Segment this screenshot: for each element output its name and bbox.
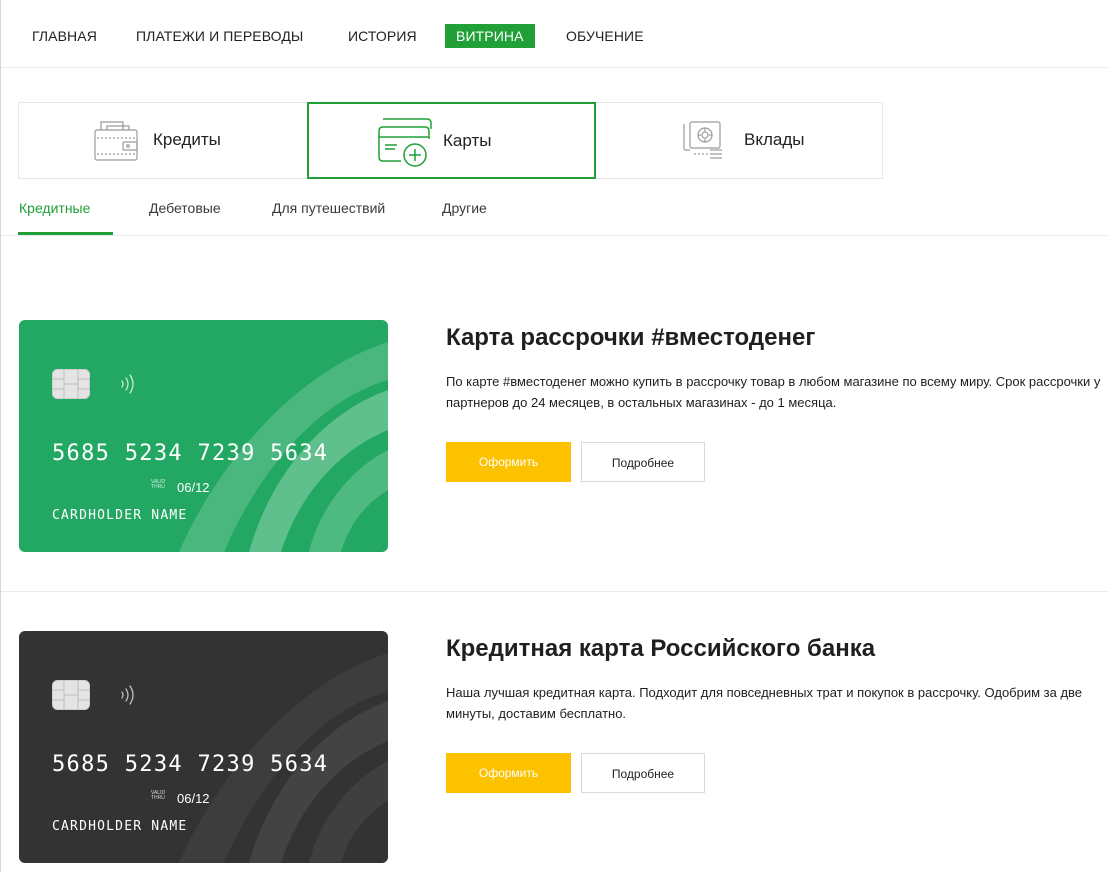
tab-credit-cards[interactable]: Кредитные — [19, 200, 90, 216]
apply-button[interactable]: Оформить — [446, 442, 571, 482]
card-number: 5685 5234 7239 5634 — [52, 441, 329, 466]
card-add-icon — [378, 118, 432, 167]
card-type-tabs: Кредитные Дебетовые Для путешествий Друг… — [1, 180, 1108, 236]
category-tile-credits[interactable]: Кредиты — [19, 102, 307, 179]
category-label: Кредиты — [153, 130, 221, 149]
category-tiles: Кредиты Карты Вклады — [18, 102, 883, 179]
wallet-icon — [94, 121, 138, 161]
product-title: Кредитная карта Российского банка — [446, 635, 876, 662]
product-description: По карте #вместоденег можно купить в рас… — [446, 374, 1101, 410]
card-expiry: 06/12 — [177, 480, 210, 495]
top-navigation: ГЛАВНАЯ ПЛАТЕЖИ И ПЕРЕВОДЫ ИСТОРИЯ ВИТРИ… — [1, 0, 1108, 68]
tab-other-cards[interactable]: Другие — [442, 200, 487, 216]
card-expiry: 06/12 — [177, 791, 210, 806]
apply-button[interactable]: Оформить — [446, 753, 571, 793]
card-holder-name: CARDHOLDER NAME — [52, 508, 188, 523]
nav-item-showcase[interactable]: ВИТРИНА — [445, 24, 535, 48]
nav-item-payments[interactable]: ПЛАТЕЖИ И ПЕРЕВОДЫ — [136, 24, 303, 48]
card-chip-icon — [52, 369, 90, 399]
tab-travel-cards[interactable]: Для путешествий — [272, 200, 385, 216]
category-tile-deposits[interactable]: Вклады — [596, 102, 884, 179]
card-image: 5685 5234 7239 5634 VALID THRU 06/12 CAR… — [19, 631, 388, 863]
contactless-icon — [121, 685, 134, 705]
card-number: 5685 5234 7239 5634 — [52, 752, 329, 777]
details-button[interactable]: Подробнее — [581, 753, 705, 793]
card-chip-icon — [52, 680, 90, 710]
contactless-icon — [121, 374, 134, 394]
card-valid-thru-label: VALID THRU — [151, 479, 166, 490]
product-description: Наша лучшая кредитная карта. Подходит дл… — [446, 685, 1083, 721]
category-label: Вклады — [744, 130, 805, 149]
nav-item-home[interactable]: ГЛАВНАЯ — [32, 24, 97, 48]
tab-debit-cards[interactable]: Дебетовые — [149, 200, 221, 216]
card-valid-thru-label: VALID THRU — [151, 790, 166, 801]
details-button[interactable]: Подробнее — [581, 442, 705, 482]
active-tab-indicator — [18, 232, 113, 235]
category-label: Карты — [443, 131, 492, 150]
nav-item-history[interactable]: ИСТОРИЯ — [348, 24, 417, 48]
card-image: 5685 5234 7239 5634 VALID THRU 06/12 CAR… — [19, 320, 388, 552]
product-item: 5685 5234 7239 5634 VALID THRU 06/12 CAR… — [1, 320, 1108, 592]
product-item: 5685 5234 7239 5634 VALID THRU 06/12 CAR… — [1, 631, 1108, 872]
safe-icon — [683, 121, 722, 159]
card-holder-name: CARDHOLDER NAME — [52, 819, 188, 834]
category-tile-cards[interactable]: Карты — [307, 102, 596, 179]
nav-item-learning[interactable]: ОБУЧЕНИЕ — [566, 24, 644, 48]
product-title: Карта рассрочки #вместоденег — [446, 324, 816, 351]
